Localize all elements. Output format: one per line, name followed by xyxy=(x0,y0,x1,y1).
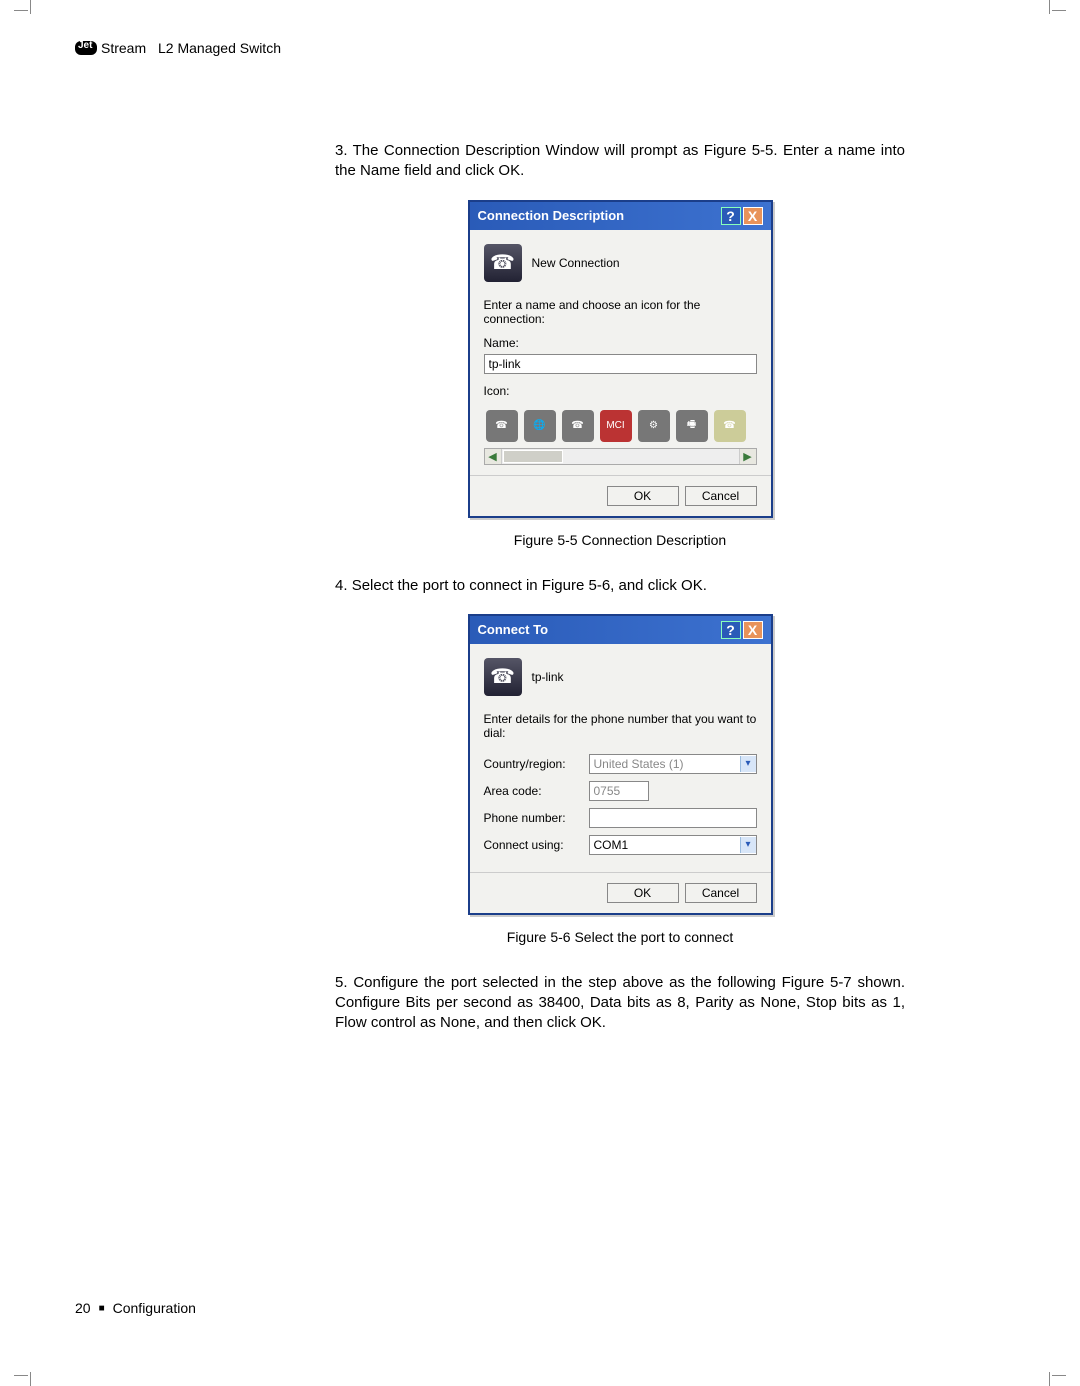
footer-section: Configuration xyxy=(113,1300,196,1316)
step-3-text: The Connection Description Window will p… xyxy=(335,142,905,179)
step-4: 4. Select the port to connect in Figure … xyxy=(335,576,905,596)
dialog-titlebar: Connect To ? X xyxy=(470,616,771,644)
cancel-button[interactable]: Cancel xyxy=(685,486,757,506)
figure-5-5-caption: Figure 5-5 Connection Description xyxy=(514,532,726,548)
icon-option-mci[interactable]: MCI xyxy=(600,410,632,442)
icon-label: Icon: xyxy=(484,384,757,398)
country-select[interactable]: United States (1) ▾ xyxy=(589,754,757,774)
connection-description-dialog: Connection Description ? X ☎ New Connect… xyxy=(468,200,773,518)
cancel-button[interactable]: Cancel xyxy=(685,883,757,903)
icon-option-1[interactable]: ☎ xyxy=(486,410,518,442)
phone-label: Phone number: xyxy=(484,811,579,825)
icon-option-5[interactable]: ⚙ xyxy=(638,410,670,442)
help-button[interactable]: ? xyxy=(721,207,741,225)
content: 3. The Connection Description Window wil… xyxy=(335,141,905,1034)
product-name: L2 Managed Switch xyxy=(158,40,281,56)
brand-logo-icon xyxy=(75,41,97,55)
page-number: 20 xyxy=(75,1300,91,1316)
dialog-heading: tp-link xyxy=(532,670,564,684)
scroll-left-icon[interactable]: ◀ xyxy=(485,449,502,464)
dialog-body: ☎ New Connection Enter a name and choose… xyxy=(470,230,771,475)
phone-input[interactable] xyxy=(589,808,757,828)
ok-button[interactable]: OK xyxy=(607,883,679,903)
dialog-body: ☎ tp-link Enter details for the phone nu… xyxy=(470,644,771,872)
icon-option-2[interactable]: 🌐 xyxy=(524,410,556,442)
area-code-label: Area code: xyxy=(484,784,579,798)
figure-5-5: Connection Description ? X ☎ New Connect… xyxy=(335,200,905,548)
icon-picker[interactable]: ☎ 🌐 ☎ MCI ⚙ 🖷 ☎ ◀ ▶ xyxy=(484,406,757,465)
dialog-title: Connect To xyxy=(478,622,549,637)
country-value: United States (1) xyxy=(594,757,684,771)
name-label: Name: xyxy=(484,336,757,350)
page-footer: 20 ■ Configuration xyxy=(75,1300,196,1316)
chevron-down-icon: ▾ xyxy=(740,756,756,772)
scroll-thumb[interactable] xyxy=(503,450,563,463)
step-3: 3. The Connection Description Window wil… xyxy=(335,141,905,182)
step-5-number: 5. xyxy=(335,974,348,991)
icon-scrollbar[interactable]: ◀ ▶ xyxy=(484,448,757,465)
dialog-titlebar: Connection Description ? X xyxy=(470,202,771,230)
icon-option-6[interactable]: 🖷 xyxy=(676,410,708,442)
area-code-input[interactable] xyxy=(589,781,649,801)
country-label: Country/region: xyxy=(484,757,579,771)
step-5: 5. Configure the port selected in the st… xyxy=(335,973,905,1034)
footer-bullet-icon: ■ xyxy=(99,1303,105,1314)
step-5-text: Configure the port selected in the step … xyxy=(335,974,905,1032)
step-4-text: Select the port to connect in Figure 5-6… xyxy=(352,577,707,594)
ok-button[interactable]: OK xyxy=(607,486,679,506)
page: Stream L2 Managed Switch 3. The Connecti… xyxy=(75,40,1005,1326)
connect-to-dialog: Connect To ? X ☎ tp-link Enter details f… xyxy=(468,614,773,915)
name-input[interactable] xyxy=(484,354,757,374)
connection-icon: ☎ xyxy=(484,244,522,282)
page-header: Stream L2 Managed Switch xyxy=(75,40,1005,56)
figure-5-6-caption: Figure 5-6 Select the port to connect xyxy=(507,929,733,945)
brand-suffix: Stream xyxy=(101,40,146,56)
connect-using-select[interactable]: COM1 ▾ xyxy=(589,835,757,855)
scroll-right-icon[interactable]: ▶ xyxy=(739,449,756,464)
dialog-instruction: Enter details for the phone number that … xyxy=(484,712,757,740)
connect-using-label: Connect using: xyxy=(484,838,579,852)
chevron-down-icon: ▾ xyxy=(740,837,756,853)
icon-option-7[interactable]: ☎ xyxy=(714,410,746,442)
icon-option-3[interactable]: ☎ xyxy=(562,410,594,442)
step-4-number: 4. xyxy=(335,577,348,594)
step-3-number: 3. xyxy=(335,142,348,159)
close-button[interactable]: X xyxy=(743,207,763,225)
dialog-instruction: Enter a name and choose an icon for the … xyxy=(484,298,757,326)
figure-5-6: Connect To ? X ☎ tp-link Enter details f… xyxy=(335,614,905,945)
dialog-title: Connection Description xyxy=(478,208,625,223)
close-button[interactable]: X xyxy=(743,621,763,639)
connection-icon: ☎ xyxy=(484,658,522,696)
dialog-heading: New Connection xyxy=(532,256,620,270)
help-button[interactable]: ? xyxy=(721,621,741,639)
connect-using-value: COM1 xyxy=(594,838,629,852)
